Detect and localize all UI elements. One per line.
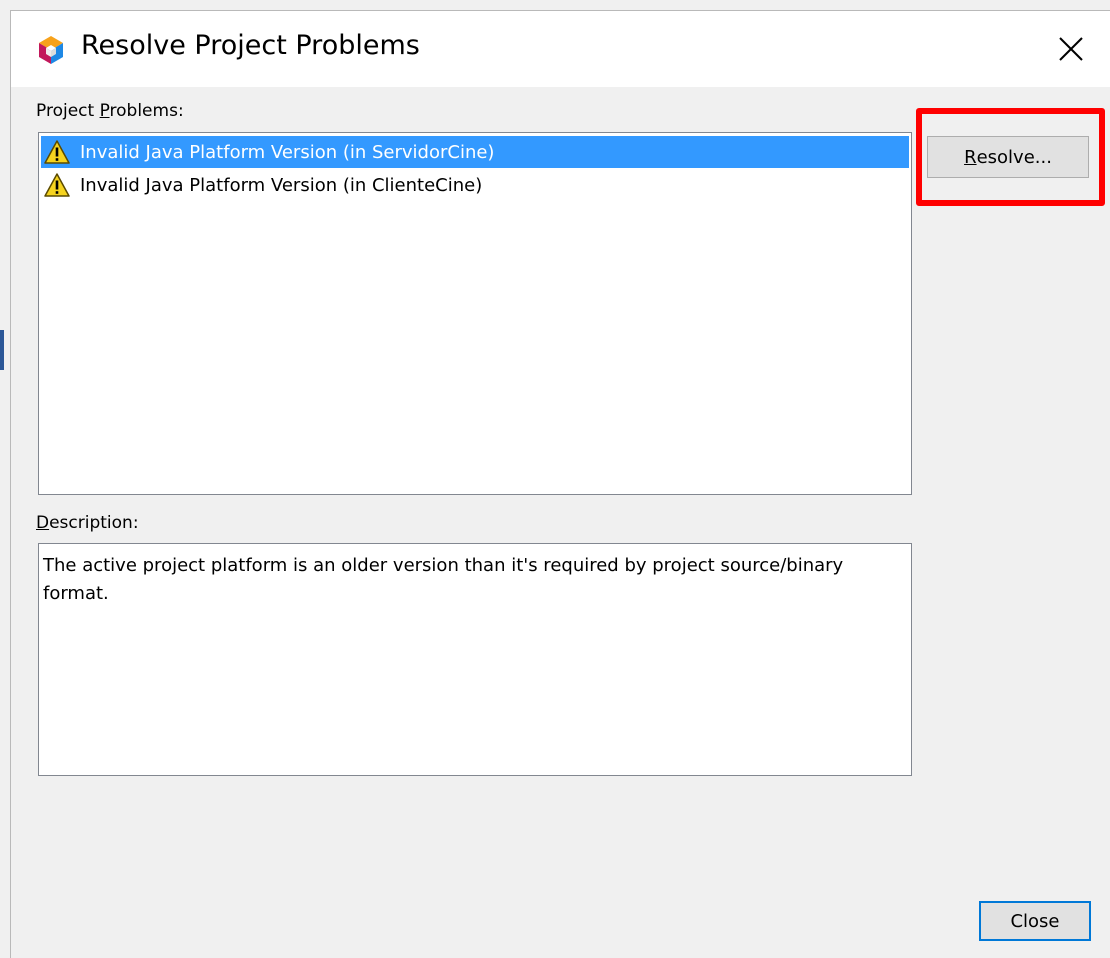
project-problems-list[interactable]: Invalid Java Platform Version (in Servid… [38, 132, 912, 495]
warning-icon [44, 173, 70, 197]
title-bar[interactable]: Resolve Project Problems [11, 11, 1110, 87]
description-label: Description: [36, 513, 139, 533]
background-window-edge [0, 330, 4, 370]
dialog-title: Resolve Project Problems [81, 30, 420, 61]
problem-item-label: Invalid Java Platform Version (in Servid… [80, 141, 495, 163]
problem-item-servidorcine[interactable]: Invalid Java Platform Version (in Servid… [41, 136, 909, 168]
project-problems-label: Project Problems: [36, 101, 184, 121]
description-text-area[interactable]: The active project platform is an older … [38, 543, 912, 776]
close-button[interactable]: Close [979, 901, 1091, 941]
warning-icon [44, 140, 70, 164]
netbeans-app-icon [39, 36, 63, 64]
problem-item-label: Invalid Java Platform Version (in Client… [80, 174, 483, 196]
close-window-icon[interactable] [1057, 35, 1085, 63]
resolve-button[interactable]: Resolve... [927, 136, 1089, 178]
resolve-project-problems-dialog: Resolve Project Problems Project Problem… [10, 10, 1110, 958]
problem-item-clientecine[interactable]: Invalid Java Platform Version (in Client… [41, 169, 909, 201]
